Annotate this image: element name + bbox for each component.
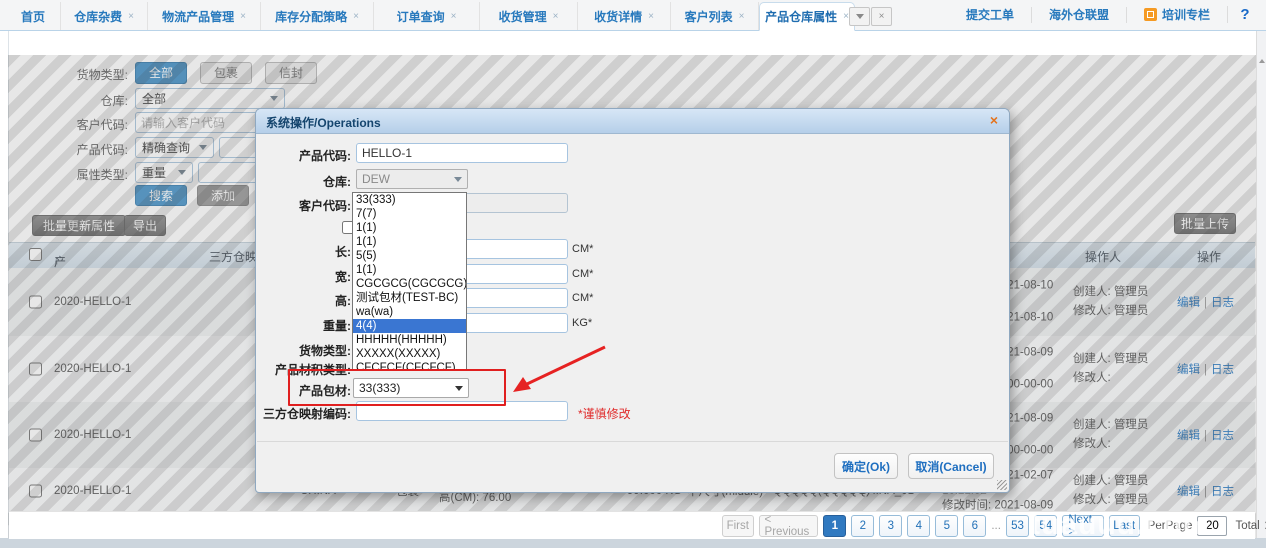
tab-close-icon[interactable]: ×	[739, 11, 745, 22]
dropdown-option-selected[interactable]: 4(4)	[353, 319, 466, 333]
product-code-input[interactable]	[356, 143, 568, 163]
link-label: 海外仓联盟	[1049, 6, 1109, 23]
tab-receiving-details[interactable]: 收货详情 ×	[578, 2, 671, 30]
tab-label: 物流产品管理	[162, 8, 234, 25]
tab-logistics-products[interactable]: 物流产品管理 ×	[148, 2, 261, 30]
training-icon	[1144, 8, 1157, 21]
tab-label: 收货详情	[594, 8, 642, 25]
caution-hint: *谨慎修改	[578, 405, 631, 422]
dropdown-option[interactable]: 5(5)	[353, 249, 466, 263]
highlight-box-annotation	[288, 369, 506, 406]
tab-label: 产品仓库属性	[765, 8, 837, 25]
length-unit: CM*	[572, 243, 593, 255]
tab-label: 首页	[21, 8, 45, 25]
tab-close-all-button[interactable]: ×	[871, 7, 892, 26]
resize-handle[interactable]	[997, 480, 1007, 490]
dropdown-option[interactable]: 1(1)	[353, 221, 466, 235]
chevron-down-icon	[856, 14, 864, 19]
tab-label: 仓库杂费	[74, 8, 122, 25]
chevron-up-icon	[1259, 59, 1265, 63]
tab-close-icon[interactable]: ×	[353, 11, 359, 22]
tab-close-icon[interactable]: ×	[128, 11, 134, 22]
app-window: 首页 仓库杂费 × 物流产品管理 × 库存分配策略 × 订单查询 × 收货管理 …	[0, 0, 1266, 548]
height-unit: CM*	[572, 292, 593, 304]
tab-label: 库存分配策略	[275, 8, 347, 25]
tab-warehouse-fees[interactable]: 仓库杂费 ×	[61, 2, 148, 30]
submit-ticket-link[interactable]: 提交工单	[949, 7, 1031, 23]
chevron-down-icon	[454, 177, 462, 182]
mapping-code-label: 三方仓映射编码:	[251, 405, 351, 422]
dialog-header[interactable]: 系统操作/Operations ×	[256, 109, 1009, 134]
tab-label: 收货管理	[499, 8, 547, 25]
link-label: 培训专栏	[1162, 6, 1210, 23]
tab-close-icon[interactable]: ×	[451, 11, 457, 22]
scroll-up-button[interactable]	[1258, 55, 1266, 67]
dropdown-option[interactable]: 7(7)	[353, 207, 466, 221]
length-label: 长:	[251, 243, 351, 260]
arrow-annotation	[505, 338, 615, 398]
vertical-scrollbar[interactable]	[1256, 31, 1266, 538]
cargo-type-label: 货物类型:	[251, 342, 351, 359]
tab-overflow-dropdown-button[interactable]	[849, 7, 870, 26]
pagination-page-2[interactable]: 2	[851, 515, 874, 537]
selected-value: DEW	[362, 172, 390, 186]
pagination-ellipsis: ...	[991, 520, 1001, 532]
tab-receiving-management[interactable]: 收货管理 ×	[480, 2, 578, 30]
width-unit: CM*	[572, 268, 593, 280]
dropdown-option[interactable]: wa(wa)	[353, 305, 466, 319]
tab-product-warehouse-attrs[interactable]: 产品仓库属性 ×	[759, 2, 855, 31]
tab-label: 订单查询	[397, 8, 445, 25]
tab-customer-list[interactable]: 客户列表 ×	[671, 2, 759, 30]
tab-close-icon[interactable]: ×	[553, 11, 559, 22]
dropdown-option[interactable]: 1(1)	[353, 235, 466, 249]
overseas-alliance-link[interactable]: 海外仓联盟	[1031, 7, 1126, 23]
tab-close-icon[interactable]: ×	[648, 11, 654, 22]
dropdown-option[interactable]: 1(1)	[353, 263, 466, 277]
tab-label: 客户列表	[685, 8, 733, 25]
training-column-link[interactable]: 培训专栏	[1126, 7, 1227, 23]
height-label: 高:	[251, 292, 351, 309]
dialog-close-icon[interactable]: ×	[986, 112, 1002, 128]
dialog-title: 系统操作/Operations	[266, 114, 381, 131]
tab-stock-allocation[interactable]: 库存分配策略 ×	[261, 2, 374, 30]
cancel-button[interactable]: 取消(Cancel)	[908, 453, 994, 479]
customer-code-label: 客户代码:	[251, 197, 351, 214]
pagination-previous-button[interactable]: < Previous	[759, 515, 819, 537]
pagination-page-3[interactable]: 3	[879, 515, 902, 537]
product-code-label: 产品代码:	[251, 147, 351, 164]
tab-strip: 首页 仓库杂费 × 物流产品管理 × 库存分配策略 × 订单查询 × 收货管理 …	[6, 2, 855, 30]
tab-close-icon[interactable]: ×	[240, 11, 246, 22]
total-label: Total	[1235, 520, 1259, 532]
dropdown-option[interactable]: XXXXX(XXXXX)	[353, 347, 466, 361]
pagination-page-53[interactable]: 53	[1006, 515, 1029, 537]
topbar-links: 提交工单 海外仓联盟 培训专栏 ?	[949, 0, 1262, 29]
close-icon: ×	[879, 11, 885, 22]
link-label: 提交工单	[966, 6, 1014, 23]
dropdown-option[interactable]: 33(333)	[353, 193, 466, 207]
warehouse-select[interactable]: DEW	[356, 169, 468, 189]
pagination-page-1[interactable]: 1	[823, 515, 846, 537]
dropdown-option[interactable]: CGCGCG(CGCGCG)	[353, 277, 466, 291]
weight-label: 重量:	[251, 317, 351, 334]
footer-divider	[257, 441, 1008, 442]
dropdown-option[interactable]: HHHHH(HHHHH)	[353, 333, 466, 347]
packing-dropdown-list: 33(333) 7(7) 1(1) 1(1) 5(5) 1(1) CGCGCG(…	[352, 192, 467, 370]
watermark: tuauuu.com	[1030, 508, 1210, 542]
pagination-first-button[interactable]: First	[722, 515, 754, 537]
weight-unit: KG*	[572, 317, 592, 329]
pagination-page-6[interactable]: 6	[963, 515, 986, 537]
dropdown-option[interactable]: 测试包材(TEST-BC)	[353, 291, 466, 305]
tab-order-query[interactable]: 订单查询 ×	[374, 2, 480, 30]
warehouse-label: 仓库:	[251, 173, 351, 190]
pagination-page-4[interactable]: 4	[907, 515, 930, 537]
width-label: 宽:	[251, 268, 351, 285]
pagination-page-5[interactable]: 5	[935, 515, 958, 537]
tab-bar: 首页 仓库杂费 × 物流产品管理 × 库存分配策略 × 订单查询 × 收货管理 …	[0, 0, 1266, 31]
ok-button[interactable]: 确定(Ok)	[834, 453, 898, 479]
tab-home[interactable]: 首页	[6, 2, 61, 30]
help-button[interactable]: ?	[1227, 6, 1262, 23]
